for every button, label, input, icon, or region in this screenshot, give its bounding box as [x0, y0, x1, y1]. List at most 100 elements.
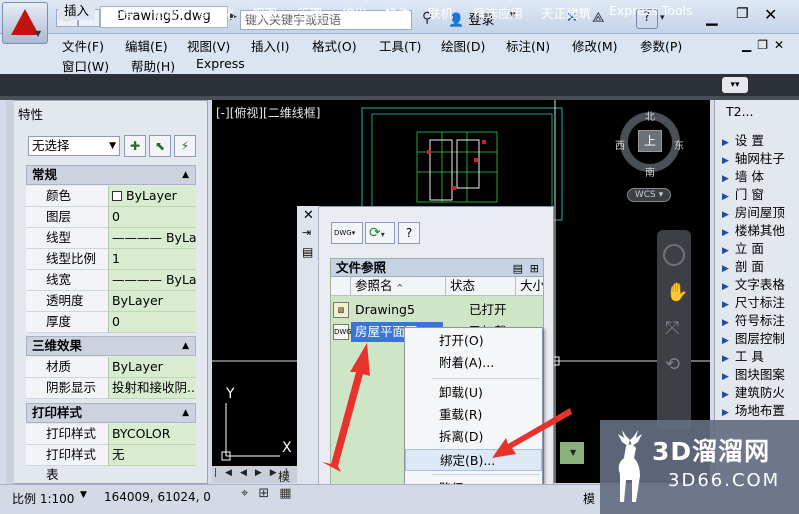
tree-view-icon[interactable]: ⊞ [530, 260, 539, 277]
panel-grip[interactable] [6, 100, 14, 484]
menu-format[interactable]: 格式(O) [312, 36, 357, 55]
compass-west[interactable]: 西 [615, 137, 625, 152]
column-size[interactable]: 大小 [516, 277, 543, 296]
ribbon-options-icon[interactable]: ▾▾ [722, 77, 748, 93]
tab-manage[interactable]: 管理 [297, 3, 322, 22]
tangent-item-doors[interactable]: ▶ 门 窗 [722, 184, 764, 203]
tab-annotate[interactable]: 注释 [109, 3, 134, 22]
tangent-item-tools[interactable]: ▶ 工 具 [722, 346, 764, 365]
prop-value[interactable]: 投射和接收阴... [108, 378, 196, 399]
prop-value[interactable]: ByLayer [108, 357, 196, 378]
prop-value[interactable]: ———— ByLay... [108, 270, 196, 291]
menu-item-bind[interactable]: 绑定(B)... [405, 449, 542, 471]
quick-select-icon[interactable]: ⚡ [174, 135, 196, 157]
application-menu-button[interactable]: ▼ [2, 2, 48, 44]
model-tab[interactable]: 模 [278, 468, 290, 485]
prop-value[interactable]: ———— ByLay... [108, 228, 196, 249]
minimize-icon[interactable]: ▁ [706, 8, 718, 26]
inner-window-controls[interactable]: ▁❐✕ [742, 38, 790, 52]
wcs-menu[interactable]: WCS ▾ [627, 188, 671, 202]
tangent-item-fire[interactable]: ▶ 建筑防火 [722, 382, 785, 401]
group-3d-effects[interactable]: 三维效果 ▲ [26, 336, 196, 356]
menu-item-reload[interactable]: 重载(R) [405, 404, 542, 426]
menu-window[interactable]: 窗口(W) [62, 56, 109, 75]
column-ref-name[interactable]: 参照名 ^ [351, 277, 446, 296]
prop-row-plot-style[interactable]: 打印样式 BYCOLOR [26, 424, 196, 445]
prop-value[interactable]: 1 [108, 249, 196, 270]
selection-dropdown[interactable]: 无选择 ▼ [28, 136, 120, 156]
status-tool-icons[interactable]: ⌖⊞▦ [241, 486, 302, 501]
menu-tools[interactable]: 工具(T) [379, 36, 421, 55]
tangent-item-blocks[interactable]: ▶ 图块图案 [722, 364, 785, 383]
tangent-item-symbols[interactable]: ▶ 符号标注 [722, 310, 785, 329]
prop-row-plot-style-table[interactable]: 打印样式表无 [26, 445, 196, 482]
tangent-item-elevation[interactable]: ▶ 立 面 [722, 238, 764, 257]
tab-tangent[interactable]: 天正建筑 [541, 3, 591, 22]
menu-modify[interactable]: 修改(M) [572, 36, 618, 55]
toggle-pickadd-icon[interactable]: ✚ [124, 135, 146, 157]
compass-north[interactable]: 北 [645, 108, 655, 123]
prop-value[interactable]: 0 [108, 207, 196, 228]
prop-value[interactable]: ByLayer [108, 186, 196, 207]
prop-row-shadow[interactable]: 阴影显示 投射和接收阴... [26, 378, 196, 399]
group-plot-style[interactable]: 打印样式 ▲ [26, 403, 196, 423]
tangent-item-grid[interactable]: ▶ 轴网柱子 [722, 148, 785, 167]
group-general[interactable]: 常规 ▲ [26, 165, 196, 185]
xref-row[interactable]: ▧ Drawing5 已打开 [331, 300, 543, 320]
menu-edit[interactable]: 编辑(E) [125, 36, 168, 55]
prop-row-linetype-scale[interactable]: 线型比例 1 [26, 249, 196, 270]
model-space-button[interactable]: 模 [583, 490, 595, 507]
prop-row-color[interactable]: 颜色 ByLayer [26, 186, 196, 207]
prop-row-transparency[interactable]: 透明度 ByLayer [26, 291, 196, 312]
menu-draw[interactable]: 绘图(D) [441, 36, 485, 55]
tangent-item-layers[interactable]: ▶ 图层控制 [722, 328, 785, 347]
navigation-bar[interactable]: ✋ ⤧ ⟲ [657, 230, 691, 430]
scale-readout[interactable]: 比例 1:100 [12, 490, 74, 507]
prop-value[interactable]: ByLayer [108, 291, 196, 312]
menu-params[interactable]: 参数(P) [640, 36, 682, 55]
prop-value[interactable]: BYCOLOR [108, 424, 196, 445]
viewcube-top[interactable]: 上 [638, 130, 662, 152]
prop-row-layer[interactable]: 图层 0 [26, 207, 196, 228]
prop-value[interactable]: 0 [108, 312, 196, 333]
prop-row-thickness[interactable]: 厚度 0 [26, 312, 196, 333]
tangent-item-stairs[interactable]: ▶ 楼梯其他 [722, 220, 785, 239]
tangent-item-wall[interactable]: ▶ 墙 体 [722, 166, 764, 185]
tab-online[interactable]: 联机 [428, 3, 453, 22]
close-icon[interactable]: ✕ [764, 5, 777, 24]
tangent-item-dimension[interactable]: ▶ 尺寸标注 [722, 292, 785, 311]
zoom-icon[interactable]: ⤧ [665, 318, 679, 339]
close-icon[interactable]: ✕ [303, 208, 314, 223]
menu-help[interactable]: 帮助(H) [131, 56, 175, 75]
properties-icon[interactable]: ▤ [302, 245, 313, 259]
menu-insert[interactable]: 插入(I) [251, 36, 289, 55]
menu-express[interactable]: Express [196, 56, 245, 71]
select-objects-icon[interactable]: ⬉ [149, 135, 171, 157]
menu-item-detach[interactable]: 拆离(D) [405, 426, 542, 448]
menu-view[interactable]: 视图(V) [187, 36, 230, 55]
prop-row-lineweight[interactable]: 线宽———— ByLay... [26, 270, 196, 291]
menu-dimension[interactable]: 标注(N) [506, 36, 550, 55]
menu-item-open[interactable]: 打开(O) [405, 330, 542, 352]
tangent-item-settings[interactable]: ▶ 设 置 [722, 130, 764, 149]
tab-featured-apps[interactable]: 精选应用 [473, 3, 523, 22]
tab-output[interactable]: 输出 [342, 3, 367, 22]
compass-south[interactable]: 南 [645, 164, 655, 179]
list-view-icon[interactable]: ▤ [513, 260, 523, 277]
dropdown-icon[interactable]: ▼ [570, 448, 576, 457]
tab-express-tools[interactable]: Express Tools [609, 3, 693, 18]
triangle-icon[interactable]: ⟁ [592, 10, 605, 26]
prop-value[interactable]: 无 [108, 445, 196, 466]
tangent-item-site[interactable]: ▶ 场地布置 [722, 400, 785, 419]
prop-row-material[interactable]: 材质 ByLayer [26, 357, 196, 378]
autohide-icon[interactable]: ⇥ [302, 226, 311, 239]
tab-view[interactable]: 视图 [252, 3, 277, 22]
tab-insert[interactable]: 插入 [58, 1, 96, 20]
scale-dropdown-icon[interactable]: ▼ [80, 490, 87, 500]
compass-east[interactable]: 东 [674, 137, 684, 152]
pan-hand-icon[interactable]: ✋ [666, 282, 688, 303]
orbit-icon[interactable]: ⟲ [665, 354, 680, 375]
menu-item-attach[interactable]: 附着(A)... [405, 352, 542, 374]
help-icon[interactable]: ? [398, 222, 420, 244]
prop-row-linetype[interactable]: 线型———— ByLay... [26, 228, 196, 249]
